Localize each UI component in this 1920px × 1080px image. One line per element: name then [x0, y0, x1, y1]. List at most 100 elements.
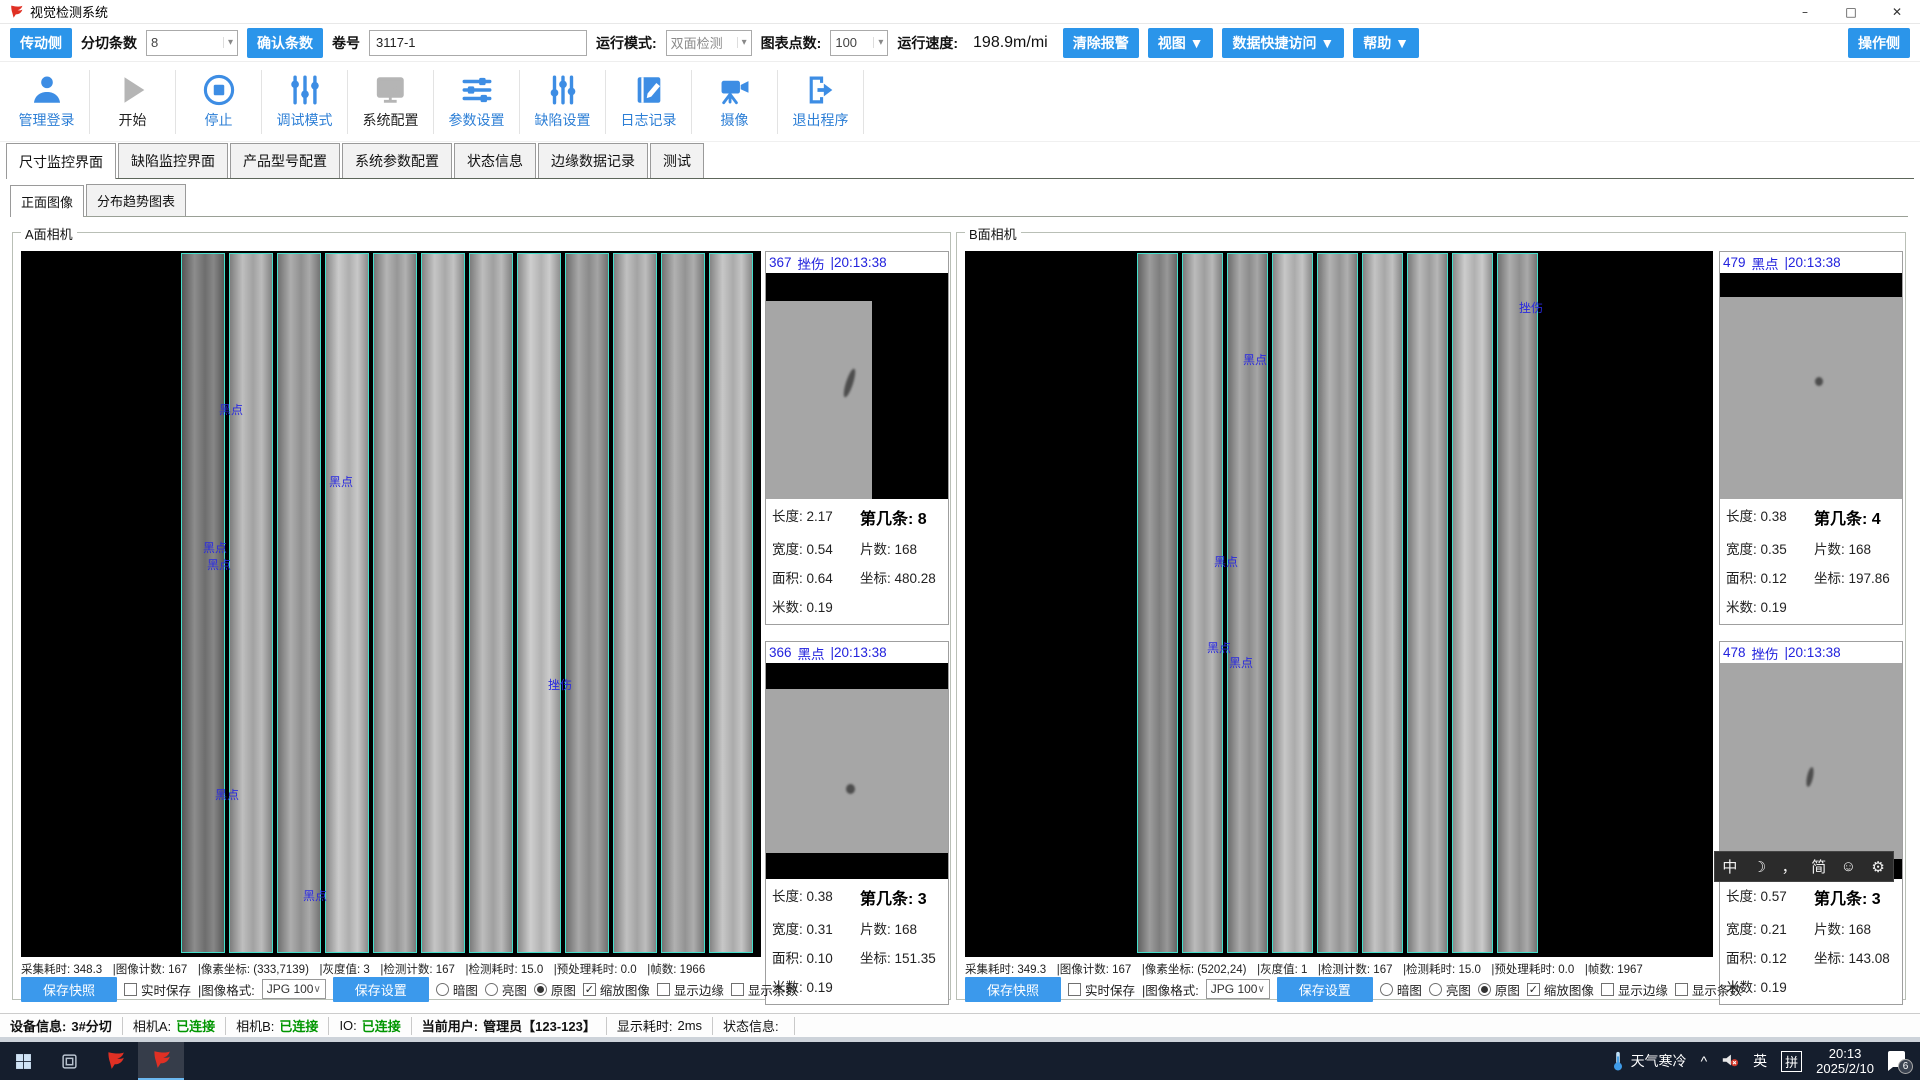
defect-snapshot-image[interactable]	[766, 663, 948, 879]
subtab-正面图像[interactable]: 正面图像	[10, 185, 84, 217]
tab-状态信息[interactable]: 状态信息	[454, 143, 536, 178]
taskbar-app-icon-active[interactable]	[138, 1042, 184, 1080]
display-option-显示边缘[interactable]: 显示边缘	[657, 980, 724, 999]
tab-边缘数据记录[interactable]: 边缘数据记录	[538, 143, 648, 178]
radio-icon[interactable]	[485, 983, 498, 996]
radio-icon[interactable]	[436, 983, 449, 996]
tab-缺陷监控界面[interactable]: 缺陷监控界面	[118, 143, 228, 178]
image-mode-radio-暗图[interactable]: 暗图	[1380, 980, 1422, 999]
radio-icon[interactable]	[1380, 983, 1393, 996]
realtime-save-option[interactable]: 实时保存	[1068, 980, 1135, 999]
slit-count-select[interactable]: 8▾	[146, 30, 238, 56]
ime-toolbar[interactable]: 中☽，简☺⚙	[1714, 851, 1894, 882]
save-snapshot-button[interactable]: 保存快照	[965, 977, 1061, 1002]
camera-a-live-image[interactable]: 黑点黑点黑点黑点挫伤黑点黑点	[21, 251, 761, 957]
confirm-count-button[interactable]: 确认条数	[247, 28, 323, 58]
ribbon-item-开始[interactable]: 开始	[90, 70, 176, 134]
checkbox-icon[interactable]	[124, 983, 137, 996]
task-view-button[interactable]	[46, 1042, 92, 1080]
display-option-显示条数[interactable]: 显示条数	[1675, 980, 1742, 999]
ribbon-item-系统配置[interactable]: 系统配置	[348, 70, 434, 134]
ime-bar-item[interactable]: ☽	[1746, 858, 1772, 876]
tab-尺寸监控界面[interactable]: 尺寸监控界面	[6, 143, 116, 179]
ime-bar-item[interactable]: ⚙	[1865, 858, 1891, 876]
view-menu-button[interactable]: 视图 ▼	[1148, 28, 1214, 58]
realtime-save-option[interactable]: 实时保存	[124, 980, 191, 999]
weather-tray-item[interactable]: 天气寒冷	[1611, 1051, 1687, 1071]
display-option-缩放图像[interactable]: ✓缩放图像	[1527, 980, 1594, 999]
defect-card[interactable]: 367挫伤|20:13:38长度: 2.17第几条: 8宽度: 0.54片数: …	[765, 251, 949, 625]
defect-snapshot-image[interactable]	[1720, 663, 1902, 879]
device-bar-label: 相机A:	[133, 1016, 171, 1035]
transmission-side-button[interactable]: 传动侧	[10, 28, 72, 58]
language-indicator[interactable]: 英	[1753, 1051, 1767, 1071]
image-mode-radio-原图[interactable]: 原图	[534, 980, 576, 999]
data-quick-access-menu-button[interactable]: 数据快捷访问 ▼	[1222, 28, 1344, 58]
notification-center-button[interactable]: 6	[1888, 1051, 1910, 1071]
checkbox-icon[interactable]	[1601, 983, 1614, 996]
ribbon-item-label: 摄像	[721, 110, 749, 130]
save-settings-button[interactable]: 保存设置	[333, 977, 429, 1002]
defect-snapshot-image[interactable]	[1720, 273, 1902, 499]
camera-b-live-image[interactable]: 挫伤黑点黑点黑点黑点	[965, 251, 1713, 957]
chart-points-select[interactable]: 100▾	[830, 30, 888, 56]
display-option-显示条数[interactable]: 显示条数	[731, 980, 798, 999]
help-menu-button[interactable]: 帮助 ▼	[1353, 28, 1419, 58]
volume-muted-icon[interactable]	[1721, 1052, 1739, 1071]
display-option-缩放图像[interactable]: ✓缩放图像	[583, 980, 650, 999]
checkbox-label: 显示边缘	[1618, 980, 1668, 999]
ribbon-item-日志记录[interactable]: 日志记录	[606, 70, 692, 134]
start-button[interactable]	[0, 1042, 46, 1080]
material-strip	[661, 253, 705, 953]
ribbon-item-参数设置[interactable]: 参数设置	[434, 70, 520, 134]
subtab-分布趋势图表[interactable]: 分布趋势图表	[86, 184, 186, 216]
image-mode-radio-暗图[interactable]: 暗图	[436, 980, 478, 999]
tab-测试[interactable]: 测试	[650, 143, 704, 178]
tab-系统参数配置[interactable]: 系统参数配置	[342, 143, 452, 178]
image-mode-radio-亮图[interactable]: 亮图	[485, 980, 527, 999]
save-snapshot-button[interactable]: 保存快照	[21, 977, 117, 1002]
image-format-select[interactable]: JPG 100∨	[1206, 979, 1270, 999]
ribbon-item-缺陷设置[interactable]: 缺陷设置	[520, 70, 606, 134]
run-mode-select[interactable]: 双面检测▾	[666, 30, 752, 56]
radio-icon[interactable]	[1478, 983, 1491, 996]
checkbox-icon[interactable]	[1675, 983, 1688, 996]
defect-card[interactable]: 366黑点|20:13:38长度: 0.38第几条: 3宽度: 0.31片数: …	[765, 641, 949, 1005]
roll-number-input[interactable]: 3117-1	[369, 30, 587, 56]
ribbon-item-停止[interactable]: 停止	[176, 70, 262, 134]
checkbox-icon[interactable]	[657, 983, 670, 996]
ime-bar-item[interactable]: ，	[1776, 856, 1802, 877]
image-mode-radio-亮图[interactable]: 亮图	[1429, 980, 1471, 999]
ime-bar-item[interactable]: 中	[1717, 856, 1743, 877]
ribbon-item-管理登录[interactable]: 管理登录	[4, 70, 90, 134]
checkbox-icon[interactable]	[731, 983, 744, 996]
tab-产品型号配置[interactable]: 产品型号配置	[230, 143, 340, 178]
radio-icon[interactable]	[1429, 983, 1442, 996]
tray-chevron[interactable]: ^	[1701, 1053, 1708, 1069]
radio-icon[interactable]	[534, 983, 547, 996]
ribbon-item-退出程序[interactable]: 退出程序	[778, 70, 864, 134]
defect-marker-label: 黑点	[203, 539, 227, 556]
maximize-button[interactable]: □	[1828, 0, 1874, 24]
ime-bar-item[interactable]: ☺	[1835, 858, 1861, 875]
minimize-button[interactable]: –	[1782, 0, 1828, 24]
ribbon-item-摄像[interactable]: 摄像	[692, 70, 778, 134]
ribbon-item-调试模式[interactable]: 调试模式	[262, 70, 348, 134]
defect-card[interactable]: 479黑点|20:13:38长度: 0.38第几条: 4宽度: 0.35片数: …	[1719, 251, 1903, 625]
image-mode-radio-原图[interactable]: 原图	[1478, 980, 1520, 999]
save-settings-button[interactable]: 保存设置	[1277, 977, 1373, 1002]
clock-tray-item[interactable]: 20:13 2025/2/10	[1816, 1046, 1874, 1076]
close-button[interactable]: ✕	[1874, 0, 1920, 24]
defect-snapshot-image[interactable]	[766, 273, 948, 499]
checkbox-icon[interactable]: ✓	[583, 983, 596, 996]
ime-bar-item[interactable]: 简	[1806, 856, 1832, 877]
checkbox-icon[interactable]	[1068, 983, 1081, 996]
ime-pinyin-indicator[interactable]: 拼	[1781, 1051, 1802, 1072]
defect-card[interactable]: 478挫伤|20:13:38长度: 0.57第几条: 3宽度: 0.21片数: …	[1719, 641, 1903, 1005]
image-format-select[interactable]: JPG 100∨	[262, 979, 326, 999]
clear-alarm-button[interactable]: 清除报警	[1063, 28, 1139, 58]
checkbox-icon[interactable]: ✓	[1527, 983, 1540, 996]
taskbar-app-icon[interactable]	[92, 1042, 138, 1080]
display-option-显示边缘[interactable]: 显示边缘	[1601, 980, 1668, 999]
operation-side-button[interactable]: 操作侧	[1848, 28, 1910, 58]
